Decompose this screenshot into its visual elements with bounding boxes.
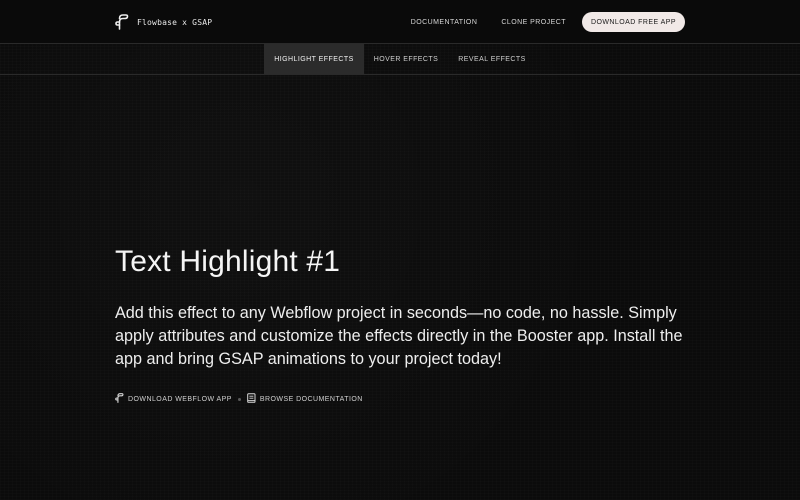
top-navbar: Flowbase x GSAP DOCUMENTATION CLONE PROJ… xyxy=(0,0,800,44)
separator-dot xyxy=(237,397,241,401)
tab-highlight-effects[interactable]: HIGHLIGHT EFFECTS xyxy=(264,44,364,74)
nav-clone-project-link[interactable]: CLONE PROJECT xyxy=(501,19,566,26)
tab-hover-effects[interactable]: HOVER EFFECTS xyxy=(364,44,449,74)
effects-tabs: HIGHLIGHT EFFECTS HOVER EFFECTS REVEAL E… xyxy=(0,44,800,75)
hero-links: DOWNLOAD WEBFLOW APP BROWSE DOCUMENTATIO… xyxy=(115,393,690,405)
flowbase-logo-icon xyxy=(115,393,124,405)
hero-title: Text Highlight #1 xyxy=(115,245,341,278)
hero-section: Text Highlight #1 Add this effect to any… xyxy=(115,244,690,405)
browse-documentation-link[interactable]: BROWSE DOCUMENTATION xyxy=(247,393,363,405)
nav-documentation-link[interactable]: DOCUMENTATION xyxy=(411,19,478,26)
flowbase-logo-icon xyxy=(115,14,129,30)
download-webflow-app-label: DOWNLOAD WEBFLOW APP xyxy=(128,395,232,403)
header-nav: DOCUMENTATION CLONE PROJECT DOWNLOAD FRE… xyxy=(411,12,685,32)
download-free-app-button[interactable]: DOWNLOAD FREE APP xyxy=(581,12,685,32)
page: Flowbase x GSAP DOCUMENTATION CLONE PROJ… xyxy=(0,0,800,500)
download-webflow-app-link[interactable]: DOWNLOAD WEBFLOW APP xyxy=(115,393,232,405)
browse-documentation-label: BROWSE DOCUMENTATION xyxy=(259,395,363,403)
book-icon xyxy=(247,393,256,405)
tab-reveal-effects[interactable]: REVEAL EFFECTS xyxy=(448,44,536,74)
hero-description: Add this effect to any Webflow project i… xyxy=(115,304,683,368)
brand-link[interactable]: Flowbase x GSAP xyxy=(115,14,212,30)
brand-name: Flowbase x GSAP xyxy=(137,17,213,27)
